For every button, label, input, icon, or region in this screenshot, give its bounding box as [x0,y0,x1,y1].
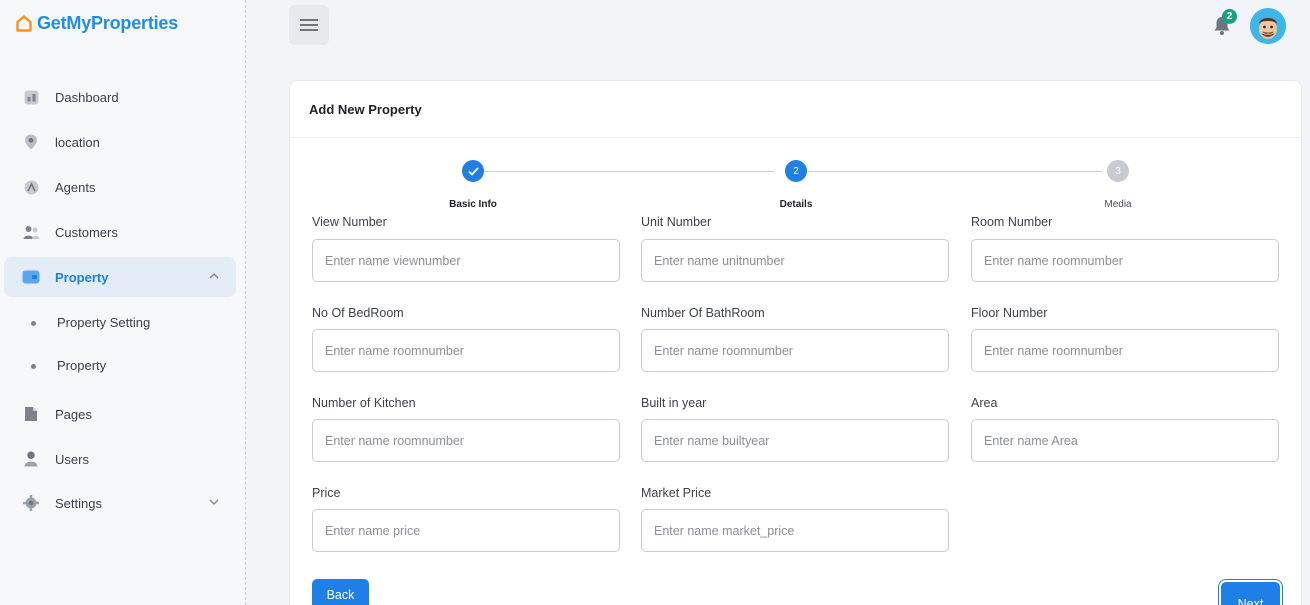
stepper-connector [484,171,774,172]
bedroom-count-label: No Of BedRoom [312,306,404,320]
kitchen-count-label: Number of Kitchen [312,396,416,410]
sidebar-subitem-label: Property Setting [57,315,151,330]
price-input[interactable] [312,509,620,552]
built-year-label: Built in year [641,396,707,410]
price-label: Price [312,486,341,500]
market-price-input[interactable] [641,509,949,552]
home-logo-icon [16,15,32,32]
add-property-card: Add New Property 2 3 Basic Info Details … [289,80,1302,605]
avatar-face-icon [1250,8,1286,44]
card-divider [290,137,1301,138]
chevron-down-icon[interactable] [208,496,220,508]
view-number-input[interactable] [312,239,620,282]
sidebar-item-label: Customers [55,224,118,240]
sidebar-item-label: Settings [55,495,102,511]
user-avatar[interactable] [1250,8,1286,44]
room-number-label: Room Number [971,215,1053,229]
sidebar-item-label: Agents [55,179,96,195]
sidebar-subitem-property[interactable]: Property [4,349,236,383]
bathroom-count-label: Number Of BathRoom [641,306,765,320]
checkmark-icon [467,166,479,176]
area-label: Area [971,396,998,410]
step-2-circle[interactable]: 2 [785,160,807,182]
next-button[interactable]: Next [1221,582,1280,605]
sidebar-item-label: Users [55,451,89,467]
brand-name: GetMyProperties [37,13,179,33]
sidebar-item-users[interactable]: Users [4,439,236,479]
built-year-input[interactable] [641,419,949,462]
user-icon [22,450,40,468]
location-pin-icon [22,133,40,151]
sidebar-subitem-label: Property [57,358,107,373]
area-input[interactable] [971,419,1279,462]
kitchen-count-input[interactable] [312,419,620,462]
bathroom-count-input[interactable] [641,329,949,372]
customers-icon [22,223,40,241]
floor-number-label: Floor Number [971,306,1048,320]
brand-logo[interactable]: GetMyProperties [16,13,178,34]
bullet-dot-icon [31,321,36,326]
sidebar-subitem-property-setting[interactable]: Property Setting [4,306,236,340]
sidebar-item-settings[interactable]: Settings [4,483,236,523]
floor-number-input[interactable] [971,329,1279,372]
back-button[interactable]: Back [312,579,369,605]
room-number-input[interactable] [971,239,1279,282]
pages-icon [22,405,40,423]
property-icon [22,268,40,286]
step-1-circle[interactable] [462,160,484,182]
step-2-label: Details [779,199,813,210]
notification-count-badge: 2 [1222,9,1237,24]
unit-number-input[interactable] [641,239,949,282]
unit-number-label: Unit Number [641,215,712,229]
dashboard-icon [22,88,40,106]
stepper-connector [808,171,1102,172]
sidebar-item-customers[interactable]: Customers [4,212,236,252]
step-3-circle[interactable]: 3 [1107,160,1129,182]
step-1-label: Basic Info [449,199,497,210]
sidebar-item-location[interactable]: location [4,122,236,162]
market-price-label: Market Price [641,486,712,500]
bullet-dot-icon [31,364,36,369]
chevron-up-icon[interactable] [208,270,220,282]
sidebar-item-label: location [55,134,100,150]
sidebar-item-label: Pages [55,406,92,422]
sidebar-item-property[interactable]: Property [4,257,236,297]
sidebar-item-pages[interactable]: Pages [4,394,236,434]
hamburger-icon [300,19,318,31]
step-3-label: Media [1104,199,1132,210]
view-number-label: View Number [312,215,387,229]
card-title: Add New Property [309,102,422,117]
sidebar-item-label: Property [55,269,109,285]
gear-icon [22,494,40,512]
sidebar-item-agents[interactable]: Agents [4,167,236,207]
sidebar-item-dashboard[interactable]: Dashboard [4,77,236,117]
agents-icon [22,178,40,196]
hamburger-menu-button[interactable] [289,5,329,45]
sidebar-item-label: Dashboard [55,89,119,105]
bedroom-count-input[interactable] [312,329,620,372]
sidebar: GetMyProperties Dashboard location Agent… [0,0,246,605]
